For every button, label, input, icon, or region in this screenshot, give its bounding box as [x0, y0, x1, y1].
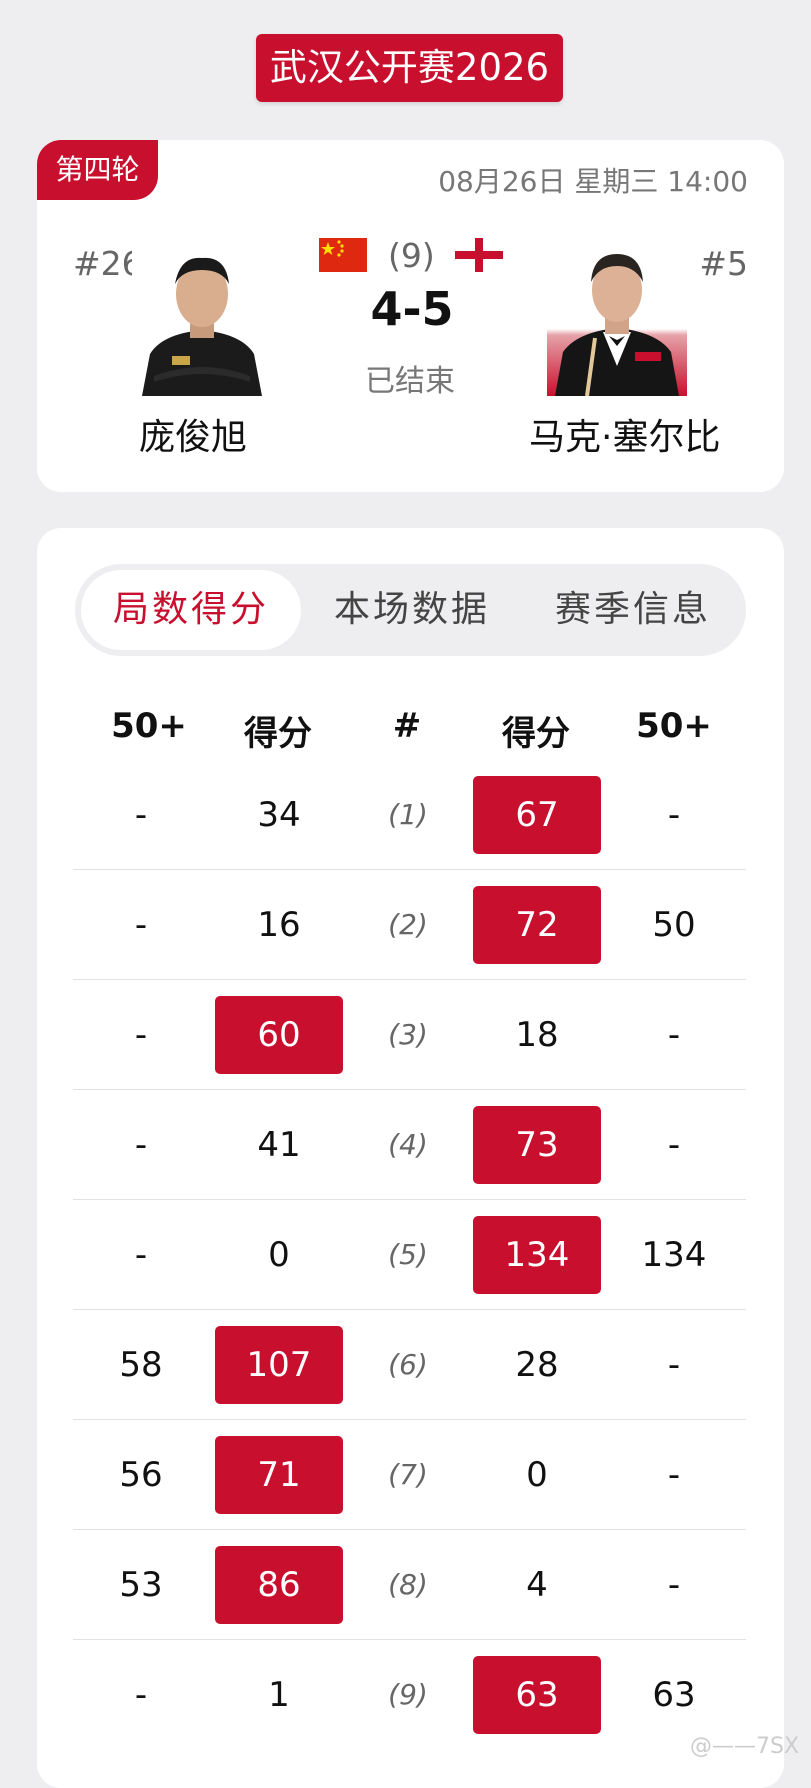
- table-row: - 16 (2) 72 50: [73, 870, 746, 980]
- best-of-frames: (9): [388, 236, 435, 275]
- right-break: -: [667, 1015, 681, 1055]
- right-break: -: [667, 1125, 681, 1165]
- frame-number: (6): [388, 1348, 428, 1381]
- left-break: -: [134, 1015, 148, 1055]
- right-score: 63: [473, 1656, 601, 1734]
- right-break: 50: [652, 905, 696, 945]
- left-break: -: [134, 795, 148, 835]
- left-score: 34: [257, 795, 301, 835]
- watermark: @——7SX: [690, 1734, 800, 1759]
- left-score: 60: [215, 996, 343, 1074]
- right-break: 63: [652, 1675, 696, 1715]
- tab-match-stats[interactable]: 本场数据: [301, 570, 523, 650]
- right-score: 134: [473, 1216, 601, 1294]
- table-row: - 41 (4) 73 -: [73, 1090, 746, 1200]
- match-score: 4-5: [370, 282, 454, 336]
- left-score: 107: [215, 1326, 343, 1404]
- table-row: 56 71 (7) 0 -: [73, 1420, 746, 1530]
- player2-avatar[interactable]: [547, 236, 687, 396]
- left-score: 16: [257, 905, 301, 945]
- col-frame-number: #: [392, 706, 422, 746]
- left-break: -: [134, 1675, 148, 1715]
- right-break: -: [667, 1565, 681, 1605]
- right-score: 72: [473, 886, 601, 964]
- match-status: 已结束: [365, 364, 455, 399]
- left-break: -: [134, 905, 148, 945]
- right-score: 18: [515, 1015, 559, 1055]
- right-break: -: [667, 795, 681, 835]
- tab-season-info[interactable]: 赛季信息: [523, 570, 743, 650]
- frame-number: (3): [388, 1018, 428, 1051]
- frame-number: (7): [388, 1458, 428, 1491]
- table-row: - 1 (9) 63 63: [73, 1640, 746, 1750]
- col-left-breaks: 50+: [111, 706, 187, 746]
- table-row: 58 107 (6) 28 -: [73, 1310, 746, 1420]
- tab-frame-scores[interactable]: 局数得分: [81, 570, 301, 650]
- frame-number: (2): [388, 908, 428, 941]
- right-break: 134: [641, 1235, 707, 1275]
- right-break: -: [667, 1345, 681, 1385]
- right-score: 0: [526, 1455, 548, 1495]
- table-row: 53 86 (8) 4 -: [73, 1530, 746, 1640]
- right-break: -: [667, 1455, 681, 1495]
- col-right-score: 得分: [502, 714, 570, 754]
- frame-number: (1): [388, 798, 428, 831]
- table-row: - 34 (1) 67 -: [73, 760, 746, 870]
- col-left-score: 得分: [244, 714, 312, 754]
- england-flag-icon: [455, 238, 503, 272]
- china-flag-icon: [319, 238, 367, 272]
- left-break: 53: [119, 1565, 163, 1605]
- player2-name[interactable]: 马克·塞尔比: [529, 408, 720, 460]
- frame-number: (4): [388, 1128, 428, 1161]
- player2-seed: #5: [699, 244, 748, 283]
- player1-name[interactable]: 庞俊旭: [139, 408, 247, 460]
- table-row: - 0 (5) 134 134: [73, 1200, 746, 1310]
- frame-scores-card: 局数得分 本场数据 赛季信息 50+ 得分 # 得分 50+ -34 (1) 67-…: [37, 528, 784, 1788]
- player1-avatar[interactable]: [132, 236, 272, 396]
- event-title: 武汉公开赛2026: [256, 34, 563, 102]
- left-score: 1: [268, 1675, 290, 1715]
- right-score: 73: [473, 1106, 601, 1184]
- tab-bar: 局数得分 本场数据 赛季信息: [75, 564, 746, 656]
- round-tag: 第四轮: [37, 140, 158, 200]
- left-score: 86: [215, 1546, 343, 1624]
- left-break: 56: [119, 1455, 163, 1495]
- frame-number: (9): [388, 1678, 428, 1711]
- left-score: 0: [268, 1235, 290, 1275]
- match-card[interactable]: 第四轮 08月26日 星期三 14:00 #26 庞俊旭 (9) 4-5 已结束…: [37, 140, 784, 492]
- match-datetime: 08月26日 星期三 14:00: [438, 165, 748, 198]
- right-score: 4: [526, 1565, 548, 1605]
- table-row: - 60 (3) 18 -: [73, 980, 746, 1090]
- left-break: -: [134, 1125, 148, 1165]
- col-right-breaks: 50+: [636, 706, 712, 746]
- right-score: 28: [515, 1345, 559, 1385]
- frame-number: (8): [388, 1568, 428, 1601]
- right-score: 67: [473, 776, 601, 854]
- left-break: 58: [119, 1345, 163, 1385]
- left-break: -: [134, 1235, 148, 1275]
- frame-number: (5): [388, 1238, 428, 1271]
- left-score: 71: [215, 1436, 343, 1514]
- left-score: 41: [257, 1125, 301, 1165]
